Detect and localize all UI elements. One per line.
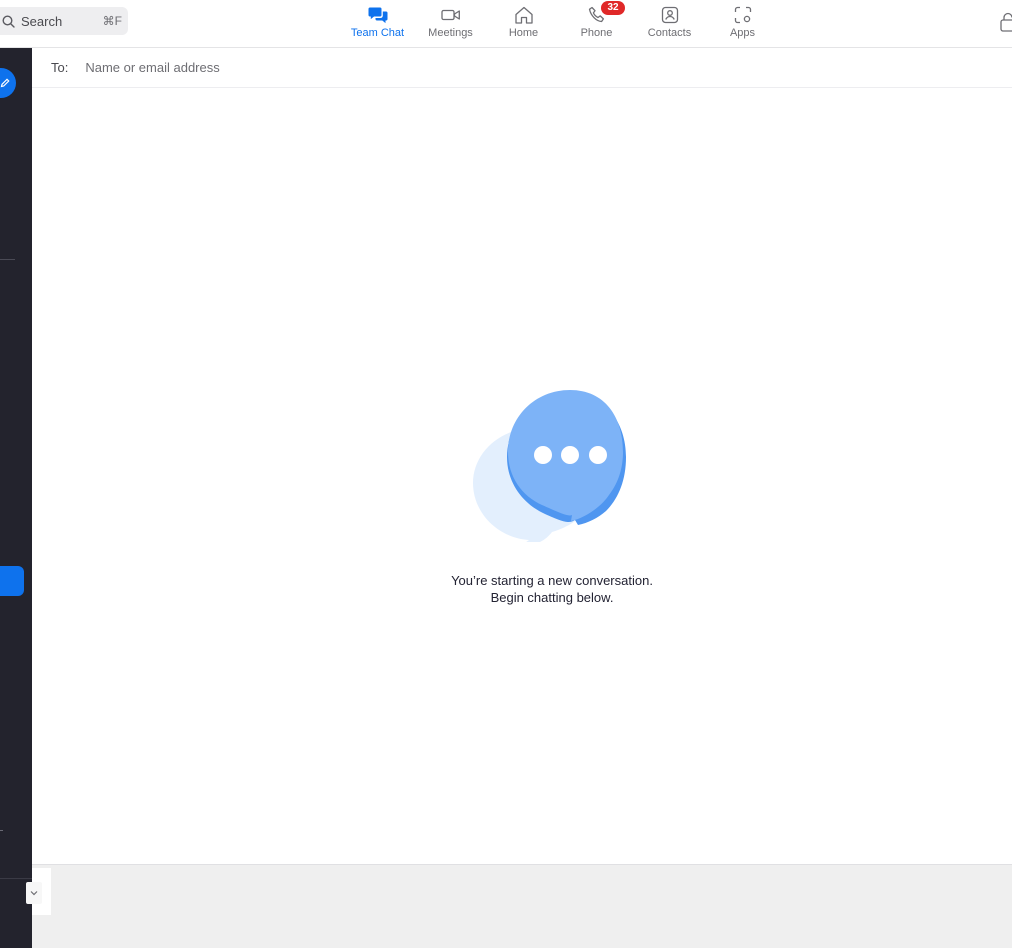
tab-label: Meetings	[428, 27, 473, 39]
empty-state-line: Begin chatting below.	[490, 590, 614, 605]
tab-apps[interactable]: Apps	[706, 0, 779, 48]
chat-sidebar	[0, 48, 32, 948]
main-tabs: Team Chat Meetings Home Phone 32 Contact…	[341, 0, 779, 48]
empty-state-line: You’re starting a new conversation.	[451, 573, 653, 588]
tab-label: Phone	[580, 27, 613, 39]
recipient-row: To:	[32, 48, 1012, 88]
tab-label: Team Chat	[350, 27, 405, 39]
search-box[interactable]: Search ⌘F	[0, 7, 128, 35]
contacts-icon	[659, 5, 681, 25]
tab-team-chat[interactable]: Team Chat	[341, 0, 414, 48]
search-icon	[2, 14, 15, 28]
sidebar-item-selected[interactable]	[0, 566, 24, 596]
tab-label: Home	[508, 27, 539, 39]
tab-phone[interactable]: Phone 32	[560, 0, 633, 48]
sidebar-divider	[0, 878, 32, 879]
home-icon	[513, 5, 535, 25]
chevron-down-icon	[30, 891, 38, 896]
sidebar-divider	[0, 259, 15, 260]
sidebar-marker	[0, 830, 3, 831]
video-camera-icon	[440, 5, 462, 25]
tab-contacts[interactable]: Contacts	[633, 0, 706, 48]
apps-icon	[732, 5, 754, 25]
phone-badge: 32	[601, 1, 625, 15]
top-nav-bar: Search ⌘F Team Chat Meetings Home Phone …	[0, 0, 1012, 48]
tab-label: Apps	[729, 27, 756, 39]
chat-bubbles-icon	[367, 5, 389, 25]
to-label: To:	[51, 60, 69, 75]
search-label: Search	[21, 13, 63, 29]
search-shortcut: ⌘F	[102, 14, 122, 28]
compose-icon	[0, 78, 10, 88]
tab-label: Contacts	[647, 27, 692, 39]
tab-home[interactable]: Home	[487, 0, 560, 48]
lock-icon[interactable]	[1000, 12, 1012, 32]
tab-meetings[interactable]: Meetings	[414, 0, 487, 48]
message-composer[interactable]	[32, 864, 1012, 948]
empty-state-message: You’re starting a new conversation. Begi…	[32, 572, 1012, 606]
chat-bubbles-illustration	[473, 390, 626, 542]
recipient-input[interactable]	[83, 59, 584, 76]
collapse-toggle[interactable]	[26, 882, 42, 904]
new-chat-button[interactable]	[0, 68, 16, 98]
